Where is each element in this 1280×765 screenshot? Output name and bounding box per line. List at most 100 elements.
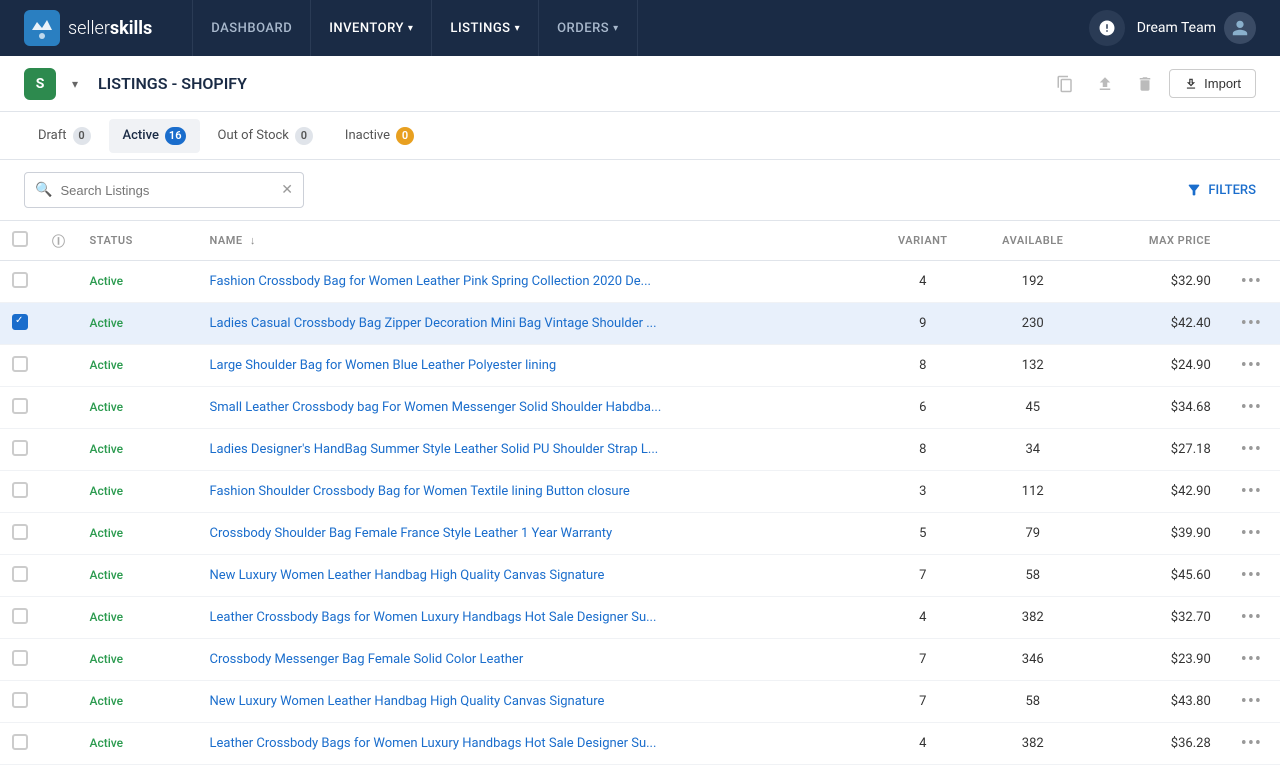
row-checkbox[interactable] bbox=[12, 272, 28, 288]
row-checkbox[interactable] bbox=[12, 314, 28, 330]
product-link[interactable]: Large Shoulder Bag for Women Blue Leathe… bbox=[210, 358, 557, 373]
status-badge: Active bbox=[90, 694, 124, 708]
row-actions-button[interactable]: ••• bbox=[1235, 395, 1268, 420]
row-checkbox[interactable] bbox=[12, 398, 28, 414]
row-actions-button[interactable]: ••• bbox=[1235, 311, 1268, 336]
status-badge: Active bbox=[90, 610, 124, 624]
copy-button[interactable] bbox=[1049, 68, 1081, 100]
row-info-cell bbox=[40, 681, 78, 723]
nav-dashboard[interactable]: DASHBOARD bbox=[192, 0, 311, 56]
row-actions-button[interactable]: ••• bbox=[1235, 689, 1268, 714]
avatar[interactable] bbox=[1224, 12, 1256, 44]
row-checkbox[interactable] bbox=[12, 524, 28, 540]
chevron-down-icon: ▾ bbox=[515, 23, 521, 34]
table-header-row: ⓘ STATUS NAME ↓ VARIANT AVAILABLE MAX PR… bbox=[0, 221, 1280, 261]
row-actions-button[interactable]: ••• bbox=[1235, 521, 1268, 546]
row-variant-cell: 4 bbox=[873, 723, 973, 765]
row-checkbox-cell bbox=[0, 597, 40, 639]
table-row: Active Crossbody Messenger Bag Female So… bbox=[0, 639, 1280, 681]
store-dropdown-arrow[interactable]: ▾ bbox=[72, 77, 78, 91]
row-checkbox[interactable] bbox=[12, 440, 28, 456]
row-checkbox[interactable] bbox=[12, 356, 28, 372]
row-actions-button[interactable]: ••• bbox=[1235, 563, 1268, 588]
row-checkbox-cell bbox=[0, 261, 40, 303]
row-status-cell: Active bbox=[78, 639, 198, 681]
upload-button[interactable] bbox=[1089, 68, 1121, 100]
row-info-cell bbox=[40, 597, 78, 639]
row-actions-button[interactable]: ••• bbox=[1235, 731, 1268, 756]
clear-search-icon[interactable]: ✕ bbox=[281, 182, 293, 198]
row-info-cell bbox=[40, 471, 78, 513]
product-link[interactable]: Crossbody Messenger Bag Female Solid Col… bbox=[210, 652, 524, 667]
notifications-button[interactable] bbox=[1089, 10, 1125, 46]
product-link[interactable]: Ladies Designer's HandBag Summer Style L… bbox=[210, 442, 659, 457]
product-link[interactable]: Small Leather Crossbody bag For Women Me… bbox=[210, 400, 662, 415]
row-info-cell bbox=[40, 387, 78, 429]
row-available-cell: 346 bbox=[973, 639, 1093, 681]
row-maxprice-cell: $43.80 bbox=[1093, 681, 1223, 723]
row-actions-button[interactable]: ••• bbox=[1235, 437, 1268, 462]
logo[interactable]: sellerskills bbox=[24, 10, 152, 46]
row-variant-cell: 3 bbox=[873, 471, 973, 513]
product-link[interactable]: Crossbody Shoulder Bag Female France Sty… bbox=[210, 526, 613, 541]
tab-draft[interactable]: Draft 0 bbox=[24, 119, 105, 153]
row-actions-button[interactable]: ••• bbox=[1235, 269, 1268, 294]
row-actions-cell: ••• bbox=[1223, 555, 1280, 597]
product-link[interactable]: Leather Crossbody Bags for Women Luxury … bbox=[210, 610, 657, 625]
tab-out-of-stock-badge: 0 bbox=[295, 127, 313, 145]
tab-out-of-stock[interactable]: Out of Stock 0 bbox=[204, 119, 327, 153]
row-actions-button[interactable]: ••• bbox=[1235, 647, 1268, 672]
nav-listings[interactable]: LISTINGS ▾ bbox=[432, 0, 539, 56]
row-checkbox[interactable] bbox=[12, 734, 28, 750]
col-header-variant[interactable]: VARIANT bbox=[873, 221, 973, 261]
row-actions-cell: ••• bbox=[1223, 681, 1280, 723]
row-info-cell bbox=[40, 345, 78, 387]
row-checkbox[interactable] bbox=[12, 650, 28, 666]
row-checkbox[interactable] bbox=[12, 608, 28, 624]
tab-active[interactable]: Active 16 bbox=[109, 119, 200, 153]
table-row: Active Ladies Casual Crossbody Bag Zippe… bbox=[0, 303, 1280, 345]
col-header-available[interactable]: AVAILABLE bbox=[973, 221, 1093, 261]
col-header-name[interactable]: NAME ↓ bbox=[198, 221, 873, 261]
row-checkbox[interactable] bbox=[12, 566, 28, 582]
row-actions-button[interactable]: ••• bbox=[1235, 479, 1268, 504]
status-badge: Active bbox=[90, 652, 124, 666]
row-status-cell: Active bbox=[78, 345, 198, 387]
info-icon[interactable]: ⓘ bbox=[52, 235, 66, 250]
nav-orders[interactable]: ORDERS ▾ bbox=[539, 0, 638, 56]
status-badge: Active bbox=[90, 358, 124, 372]
row-actions-button[interactable]: ••• bbox=[1235, 353, 1268, 378]
product-link[interactable]: Leather Crossbody Bags for Women Luxury … bbox=[210, 736, 657, 751]
row-available-cell: 58 bbox=[973, 555, 1093, 597]
row-checkbox[interactable] bbox=[12, 692, 28, 708]
delete-button[interactable] bbox=[1129, 68, 1161, 100]
row-available-cell: 192 bbox=[973, 261, 1093, 303]
col-header-maxprice[interactable]: MAX PRICE bbox=[1093, 221, 1223, 261]
search-input[interactable] bbox=[60, 183, 281, 198]
product-link[interactable]: Ladies Casual Crossbody Bag Zipper Decor… bbox=[210, 316, 657, 331]
row-variant-cell: 7 bbox=[873, 639, 973, 681]
product-link[interactable]: Fashion Shoulder Crossbody Bag for Women… bbox=[210, 484, 630, 499]
subheader: S ▾ LISTINGS - SHOPIFY Import bbox=[0, 56, 1280, 112]
nav-inventory[interactable]: INVENTORY ▾ bbox=[311, 0, 432, 56]
row-checkbox[interactable] bbox=[12, 482, 28, 498]
row-available-cell: 79 bbox=[973, 513, 1093, 555]
row-checkbox-cell bbox=[0, 387, 40, 429]
product-link[interactable]: New Luxury Women Leather Handbag High Qu… bbox=[210, 694, 605, 709]
product-link[interactable]: Fashion Crossbody Bag for Women Leather … bbox=[210, 274, 651, 289]
row-info-cell bbox=[40, 723, 78, 765]
table-row: Active Crossbody Shoulder Bag Female Fra… bbox=[0, 513, 1280, 555]
col-header-status[interactable]: STATUS bbox=[78, 221, 198, 261]
filters-button[interactable]: FILTERS bbox=[1186, 182, 1256, 198]
row-maxprice-cell: $24.90 bbox=[1093, 345, 1223, 387]
import-button[interactable]: Import bbox=[1169, 69, 1256, 98]
row-actions-button[interactable]: ••• bbox=[1235, 605, 1268, 630]
product-link[interactable]: New Luxury Women Leather Handbag High Qu… bbox=[210, 568, 605, 583]
tab-inactive[interactable]: Inactive 0 bbox=[331, 119, 428, 153]
row-checkbox-cell bbox=[0, 639, 40, 681]
listings-table-container: ⓘ STATUS NAME ↓ VARIANT AVAILABLE MAX PR… bbox=[0, 221, 1280, 765]
row-actions-cell: ••• bbox=[1223, 345, 1280, 387]
row-name-cell: Ladies Designer's HandBag Summer Style L… bbox=[198, 429, 873, 471]
select-all-checkbox[interactable] bbox=[12, 231, 28, 247]
row-status-cell: Active bbox=[78, 681, 198, 723]
